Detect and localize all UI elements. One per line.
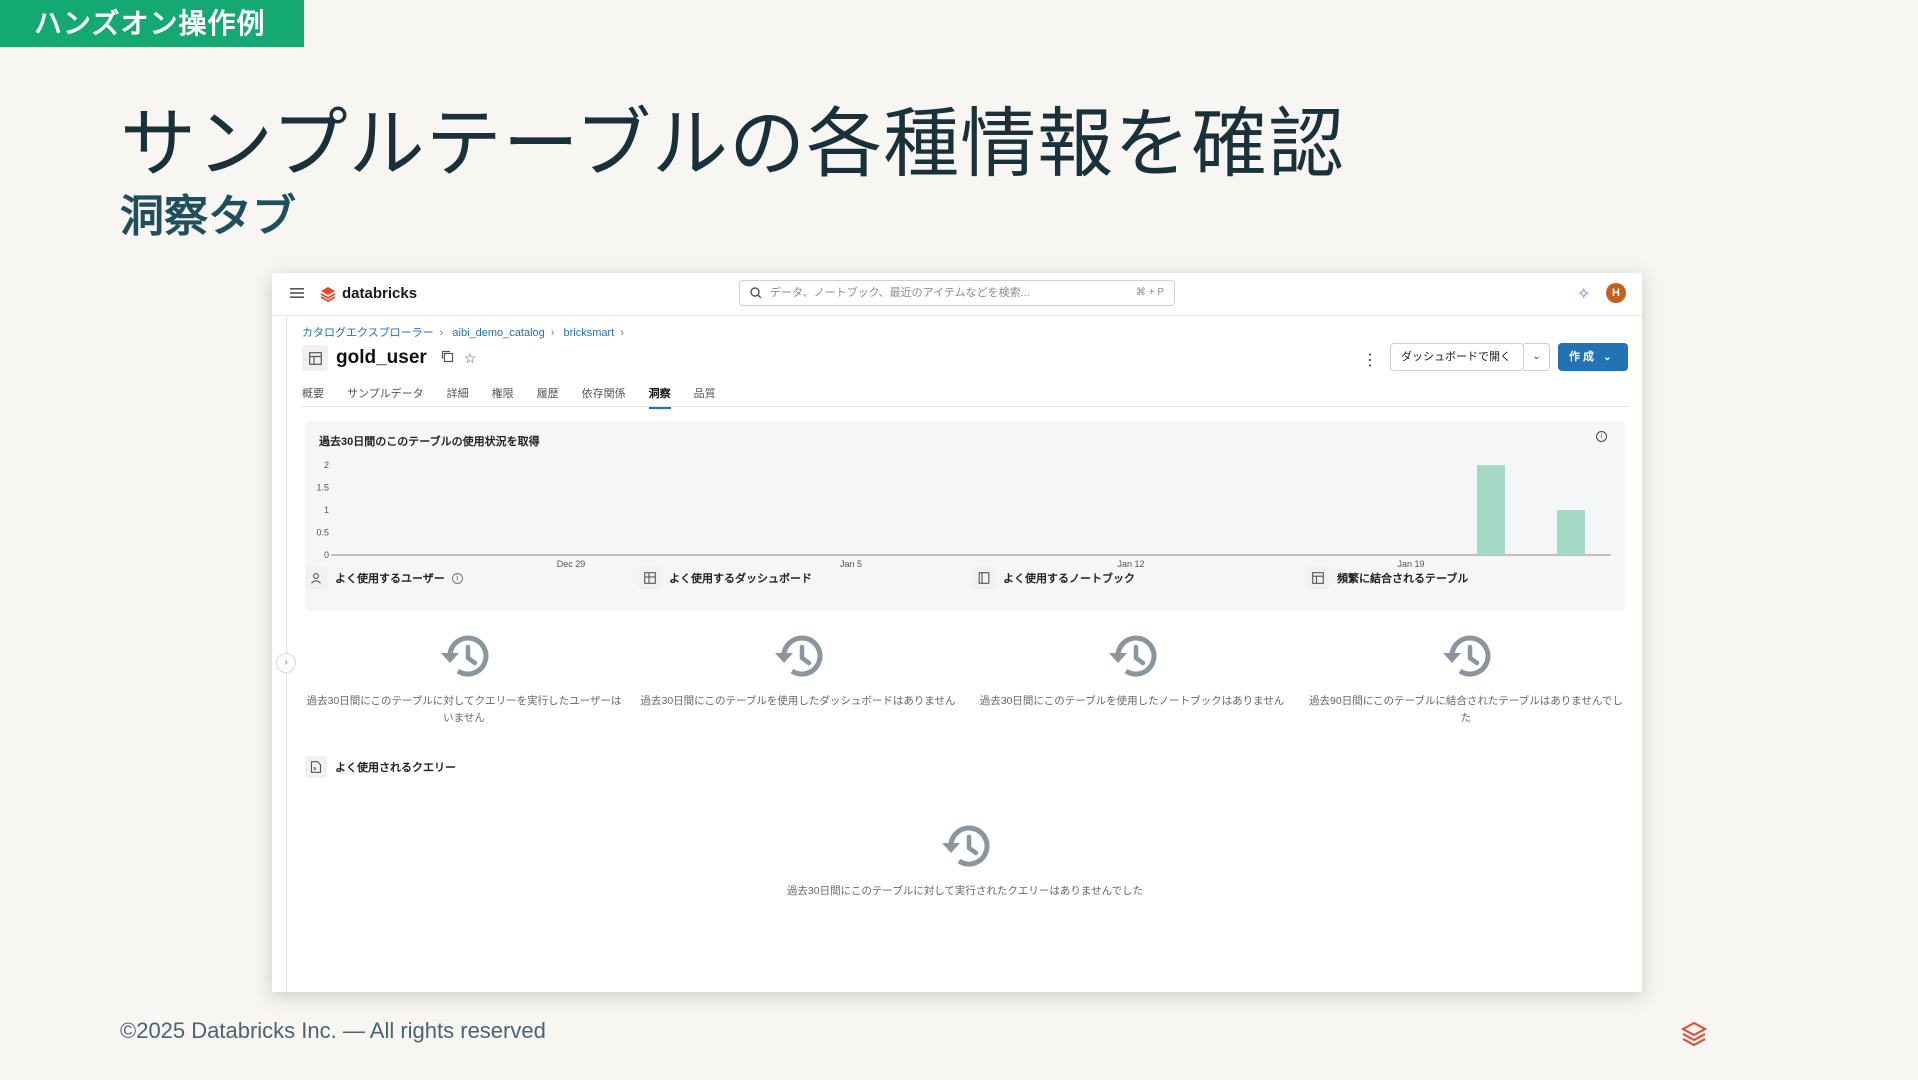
y-tick-label: 1.5 xyxy=(316,483,329,493)
breadcrumb-schema[interactable]: bricksmart xyxy=(564,327,615,339)
table-icon xyxy=(302,345,328,371)
copy-icon[interactable] xyxy=(441,350,454,366)
databricks-logo[interactable]: databricks xyxy=(320,285,417,302)
empty-state-queries: 過去30日間にこのテーブルに対して実行されたクエリーはありませんでした xyxy=(302,821,1628,900)
section-joined-tables: 頻繁に結合されるテーブル xyxy=(1307,567,1468,589)
y-tick-label: 1 xyxy=(324,505,329,515)
empty-message: 過去30日間にこのテーブルに対して実行されたクエリーはありませんでした xyxy=(786,885,1144,897)
hands-on-badge: ハンズオン操作例 xyxy=(0,0,304,47)
y-tick-label: 0 xyxy=(324,550,329,560)
breadcrumb-catalog-explorer[interactable]: カタログエクスプローラー xyxy=(302,327,434,339)
tabs-divider xyxy=(302,406,1628,407)
empty-message: 過去30日間にこのテーブルを使用したダッシュボードはありません xyxy=(640,695,956,707)
section-frequent-queries: よく使用されるクエリー xyxy=(305,756,456,778)
create-chevron-down-icon: ⌄ xyxy=(1603,352,1612,363)
section-frequent-notebooks: よく使用するノートブック xyxy=(973,567,1135,589)
query-file-icon xyxy=(305,756,327,778)
dashboard-icon xyxy=(639,567,661,589)
notebook-icon xyxy=(973,567,995,589)
slide-title: サンプルテーブルの各種情報を確認 xyxy=(120,99,1346,188)
databricks-footer-logo-icon xyxy=(1680,1021,1708,1047)
open-dashboard-chevron-down-icon[interactable]: ⌄ xyxy=(1524,343,1550,371)
user-avatar[interactable]: H xyxy=(1606,283,1626,303)
section-title: よく使用するノートブック xyxy=(1003,573,1135,585)
brand-name: databricks xyxy=(342,285,418,302)
search-input[interactable]: データ、ノートブック、最近のアイテムなどを検索... ⌘ + P xyxy=(739,280,1175,306)
top-bar: databricks データ、ノートブック、最近のアイテムなどを検索... ⌘ … xyxy=(272,273,1642,316)
breadcrumb: カタログエクスプローラー › aibi_demo_catalog › bricksm… xyxy=(302,324,630,340)
empty-state-users: 過去30日間にこのテーブルに対してクエリーを実行したユーザーはいません xyxy=(302,631,626,727)
table-header: gold_user ☆ xyxy=(302,345,486,371)
table-name: gold_user xyxy=(336,347,427,368)
open-dashboard-button[interactable]: ダッシュボードで開く xyxy=(1390,343,1524,371)
empty-message: 過去90日間にこのテーブルに結合されたテーブルはありませんでした xyxy=(1309,695,1623,724)
section-title: よく使用するダッシュボード xyxy=(669,573,812,585)
favorite-star-icon[interactable]: ☆ xyxy=(464,350,477,367)
table-icon xyxy=(1307,567,1329,589)
user-icon xyxy=(305,567,327,589)
breadcrumb-separator-icon: › xyxy=(439,327,444,339)
search-placeholder: データ、ノートブック、最近のアイテムなどを検索... xyxy=(770,287,1030,299)
databricks-logo-icon xyxy=(320,286,336,302)
x-tick-label: Jan 5 xyxy=(840,559,862,569)
empty-message: 過去30日間にこのテーブルを使用したノートブックはありません xyxy=(979,695,1285,707)
breadcrumb-separator-icon: › xyxy=(550,327,555,339)
usage-bar xyxy=(1477,465,1505,555)
section-frequent-dashboards: よく使用するダッシュボード xyxy=(639,567,812,589)
create-button-label: 作 成 xyxy=(1569,351,1595,363)
search-shortcut: ⌘ + P xyxy=(1135,287,1164,298)
slide-subtitle: 洞察タブ xyxy=(120,191,296,242)
history-icon xyxy=(1443,635,1491,677)
history-icon xyxy=(441,635,489,677)
empty-state-joined-tables: 過去90日間にこのテーブルに結合されたテーブルはありませんでした xyxy=(1304,631,1628,727)
history-icon xyxy=(1109,635,1157,677)
screenshot-window: databricks データ、ノートブック、最近のアイテムなどを検索... ⌘ … xyxy=(272,273,1642,992)
menu-icon[interactable] xyxy=(290,286,304,304)
y-tick-label: 0.5 xyxy=(316,528,329,538)
history-icon xyxy=(942,825,990,867)
history-icon xyxy=(775,635,823,677)
create-button[interactable]: 作 成 ⌄ xyxy=(1558,343,1628,371)
empty-state-notebooks: 過去30日間にこのテーブルを使用したノートブックはありません xyxy=(970,631,1294,710)
info-icon[interactable]: i xyxy=(451,572,463,584)
section-title: よく使用されるクエリー xyxy=(335,762,456,774)
section-title: 頻繁に結合されるテーブル xyxy=(1337,573,1469,585)
copyright-footer: ©2025 Databricks Inc. — All rights reser… xyxy=(120,1018,546,1043)
search-icon xyxy=(750,287,762,299)
breadcrumb-separator-icon: › xyxy=(620,327,624,339)
section-title: よく使用するユーザー xyxy=(335,573,445,585)
x-tick-label: Dec 29 xyxy=(557,559,586,569)
empty-state-dashboards: 過去30日間にこのテーブルを使用したダッシュボードはありません xyxy=(636,631,960,710)
more-options-icon[interactable]: ⋮ xyxy=(1362,350,1378,370)
section-frequent-users: よく使用するユーザー i xyxy=(305,567,463,589)
y-tick-label: 2 xyxy=(324,460,329,470)
empty-message: 過去30日間にこのテーブルに対してクエリーを実行したユーザーはいません xyxy=(306,695,622,724)
assistant-sparkle-icon[interactable]: ✧ xyxy=(1577,284,1590,304)
breadcrumb-catalog[interactable]: aibi_demo_catalog xyxy=(452,327,544,339)
expand-sidebar-chevron-icon[interactable]: › xyxy=(276,653,296,673)
usage-bar xyxy=(1557,510,1585,555)
